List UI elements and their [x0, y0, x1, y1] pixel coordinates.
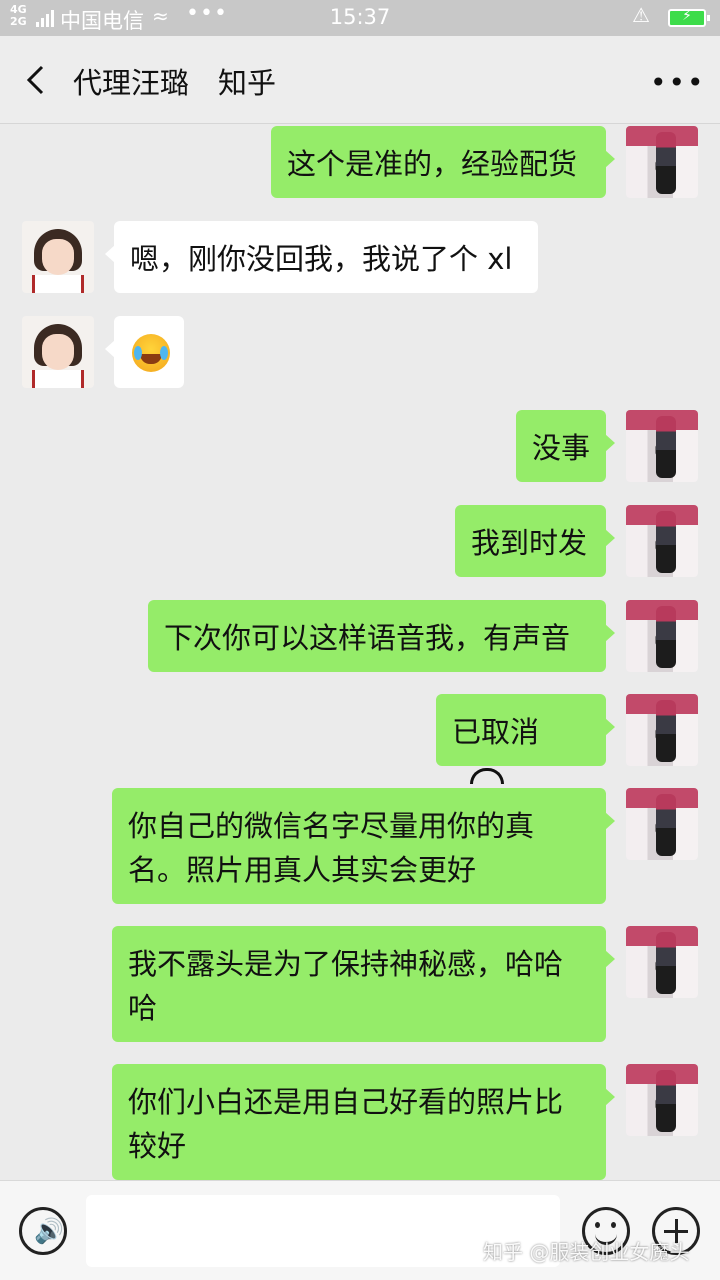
- message-bubble[interactable]: 我不露头是为了保持神秘感，哈哈哈: [112, 926, 615, 1042]
- message-bubble-emoji[interactable]: [105, 316, 184, 388]
- call-status-label: 已取消: [452, 715, 540, 749]
- bell-off-icon: ⚠: [632, 3, 650, 27]
- message-bubble[interactable]: 嗯，刚你没回我，我说了个 xl: [105, 221, 538, 293]
- avatar-me[interactable]: [626, 410, 698, 482]
- battery-charging-icon: ⚡: [668, 8, 710, 27]
- chevron-left-icon[interactable]: [22, 64, 54, 96]
- watermark: 知乎 @服装创业女魔头: [483, 1240, 690, 1264]
- avatar-me[interactable]: [626, 694, 698, 766]
- message-bubble[interactable]: 没事: [516, 410, 615, 482]
- message-bubble[interactable]: 我到时发: [455, 505, 615, 577]
- avatar-contact[interactable]: [22, 221, 94, 293]
- avatar-me[interactable]: [626, 505, 698, 577]
- hang-up-phone-icon: [470, 768, 504, 784]
- chat-header: 代理汪璐 知乎 •••: [0, 36, 720, 124]
- avatar-me[interactable]: [626, 788, 698, 860]
- message-bubble[interactable]: 这个是准的，经验配货: [271, 126, 615, 198]
- avatar-me[interactable]: [626, 600, 698, 672]
- avatar-contact[interactable]: [22, 316, 94, 388]
- voice-icon[interactable]: 🔊: [19, 1207, 67, 1255]
- clock: 15:37: [329, 5, 391, 29]
- crying-laughing-face-icon: [132, 334, 170, 372]
- message-bubble[interactable]: 你们小白还是用自己好看的照片比较好: [112, 1064, 615, 1180]
- avatar-me[interactable]: [626, 126, 698, 198]
- chat-title: 代理汪璐 知乎: [73, 66, 277, 100]
- avatar-me[interactable]: [626, 926, 698, 998]
- input-bar: 🔊: [0, 1180, 720, 1280]
- avatar-me[interactable]: [626, 1064, 698, 1136]
- message-bubble[interactable]: 你自己的微信名字尽量用你的真名。照片用真人其实会更好: [112, 788, 615, 904]
- status-bar: 4G 2G 中国电信 ≈ ••• 15:37 ⚠ ⚡: [0, 0, 720, 36]
- more-dots-icon[interactable]: •••: [650, 66, 706, 99]
- call-cancelled-bubble[interactable]: 已取消: [436, 694, 615, 784]
- message-bubble[interactable]: 下次你可以这样语音我，有声音: [148, 600, 615, 672]
